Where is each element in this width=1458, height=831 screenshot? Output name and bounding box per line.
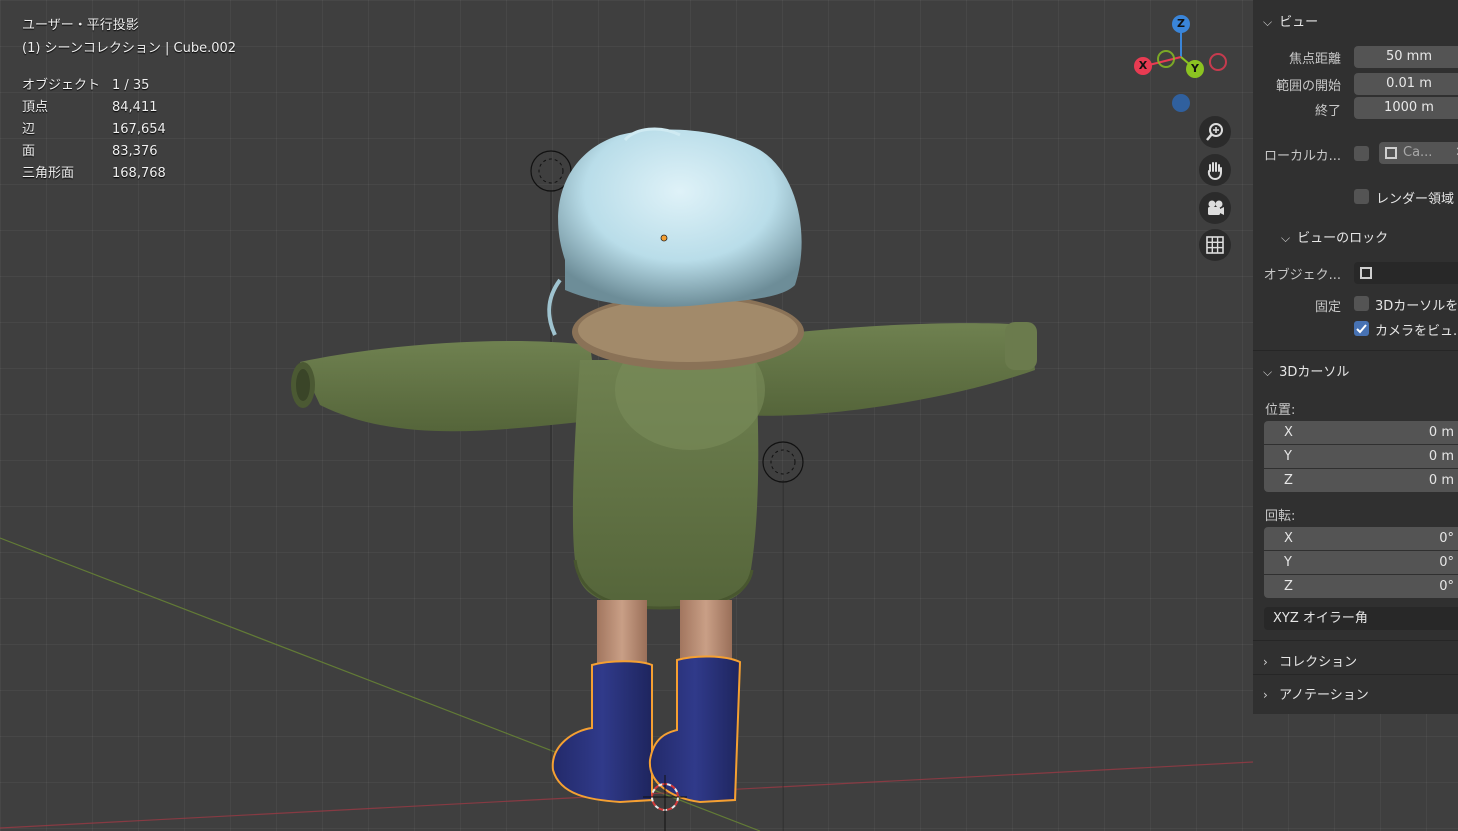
render-region-label: レンダー領域 <box>1376 192 1455 207</box>
clip-start-field[interactable]: 0.01 m <box>1354 73 1458 95</box>
cursor-location-z[interactable]: Z0 m <box>1264 469 1458 492</box>
gizmo-x-axis[interactable]: X <box>1134 57 1152 75</box>
chevron-down-icon: ⌵ <box>1263 365 1273 379</box>
lock-3d-cursor-checkbox[interactable] <box>1354 296 1369 311</box>
cursor-rotation-y[interactable]: Y 0° <box>1264 551 1458 574</box>
scene-render <box>0 127 1254 831</box>
stat-vertices: 頂点 84,411 <box>22 100 158 115</box>
clip-end-label: 終了 <box>1314 104 1341 119</box>
cursor-location-y[interactable]: Y0 m <box>1264 445 1458 468</box>
3d-cursor-section-header[interactable]: ⌵ 3Dカーソル <box>1263 361 1349 380</box>
perspective-toggle-button[interactable] <box>1199 229 1231 261</box>
cursor-rotation-z[interactable]: Z 0° <box>1264 575 1458 598</box>
camera-icon <box>1208 200 1224 215</box>
camera-view-button[interactable] <box>1199 192 1231 224</box>
lock-camera-checkbox[interactable] <box>1354 321 1369 336</box>
3d-viewport[interactable]: ユーザー・平行投影 (1) シーンコレクション | Cube.002 オブジェク… <box>0 0 1458 831</box>
view-section-header[interactable]: ⌵ ビュー <box>1263 11 1318 30</box>
lock-camera-label: カメラをビュ... <box>1375 324 1458 339</box>
local-camera-field[interactable]: Ca... ✕ <box>1379 142 1458 164</box>
camera-object-icon <box>1385 147 1397 159</box>
pan-hand-icon <box>1207 162 1222 180</box>
local-camera-label: ローカルカ... <box>1263 149 1341 164</box>
gizmo-y-axis[interactable]: Y <box>1186 60 1204 78</box>
stat-edges: 辺 167,654 <box>22 122 166 137</box>
stat-faces: 面 83,376 <box>22 144 158 159</box>
lock-object-field[interactable] <box>1354 262 1458 284</box>
stat-objects: オブジェクト 1 / 35 <box>22 78 150 93</box>
gizmo-z-axis[interactable]: Z <box>1172 15 1190 33</box>
lock-object-label: オブジェク... <box>1263 268 1341 283</box>
origin-point <box>660 234 668 242</box>
navigation-gizmo[interactable]: Z X Y <box>1128 12 1234 114</box>
annotation-section-header[interactable]: › アノテーション <box>1263 684 1369 703</box>
stat-triangles: 三角形面 168,768 <box>22 166 166 181</box>
cursor-location-x[interactable]: X0 m <box>1264 421 1458 444</box>
zoom-icon <box>1206 123 1223 141</box>
view-title: ユーザー・平行投影 <box>22 18 139 33</box>
chevron-down-icon: ⌵ <box>1263 15 1273 29</box>
object-icon <box>1360 267 1372 279</box>
chevron-right-icon: › <box>1263 655 1268 669</box>
location-label: 位置: <box>1265 403 1296 418</box>
chevron-right-icon: › <box>1263 688 1268 702</box>
left-boot-selected <box>551 660 653 804</box>
checkmark-icon <box>1356 324 1367 334</box>
clip-start-label: 範囲の開始 <box>1275 79 1341 94</box>
lock-3d-cursor-label: 3Dカーソルを <box>1375 299 1458 314</box>
focal-length-field[interactable]: 50 mm <box>1354 46 1458 68</box>
active-collection-label: (1) シーンコレクション | Cube.002 <box>22 41 237 56</box>
hair-mesh <box>558 129 802 307</box>
lock-label: 固定 <box>1314 300 1341 315</box>
empty-marker <box>762 441 804 483</box>
rotation-label: 回転: <box>1265 509 1296 524</box>
local-camera-checkbox[interactable] <box>1354 146 1369 161</box>
pan-button[interactable] <box>1199 154 1231 186</box>
focal-length-label: 焦点距離 <box>1288 52 1341 67</box>
right-boot-selected <box>648 655 742 804</box>
sidebar-view-panel: ⌵ ビュー 焦点距離 50 mm 範囲の開始 0.01 m 終了 1000 m … <box>1253 0 1458 714</box>
zoom-button[interactable] <box>1199 116 1231 148</box>
grid-toggle-icon <box>1206 236 1224 254</box>
collection-section-header[interactable]: › コレクション <box>1263 651 1357 670</box>
rotation-mode-dropdown[interactable]: XYZ オイラー角 <box>1264 607 1458 630</box>
clip-end-field[interactable]: 1000 m <box>1354 97 1458 119</box>
chevron-down-icon: ⌵ <box>1281 231 1291 245</box>
view-lock-section-header[interactable]: ⌵ ビューのロック <box>1281 227 1388 246</box>
render-region-checkbox[interactable] <box>1354 189 1369 204</box>
cursor-rotation-x[interactable]: X 0° <box>1264 527 1458 550</box>
